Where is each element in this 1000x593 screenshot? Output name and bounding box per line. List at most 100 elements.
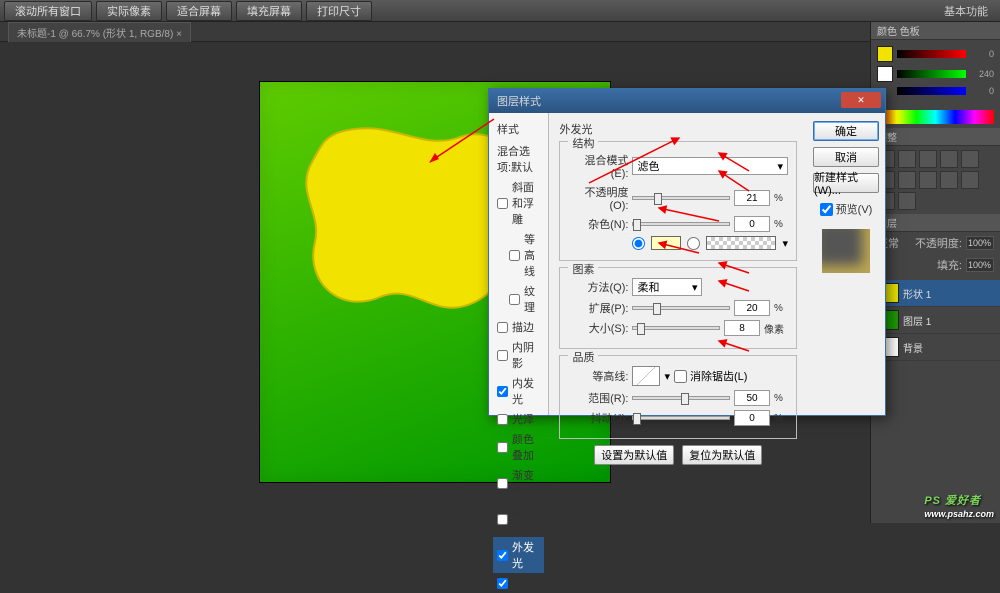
- blendmode-select[interactable]: 滤色 ▾: [632, 157, 788, 175]
- antialias-check[interactable]: 消除锯齿(L): [674, 368, 747, 384]
- g-slider[interactable]: [897, 70, 966, 78]
- noise-slider[interactable]: [632, 222, 730, 226]
- layer-row[interactable]: 图层 1: [871, 307, 1000, 334]
- dialog-titlebar[interactable]: 图层样式 ✕: [489, 89, 885, 113]
- layer-name: 形状 1: [903, 286, 931, 301]
- style-item-outerglow[interactable]: 外发光: [493, 537, 544, 573]
- close-button[interactable]: ✕: [841, 92, 881, 108]
- jitter-slider[interactable]: [632, 416, 730, 420]
- style-item-innershadow[interactable]: 内阴影: [493, 337, 544, 373]
- toolbar-btn-fill[interactable]: 填充屏幕: [236, 1, 302, 21]
- style-check[interactable]: [497, 578, 508, 589]
- style-check[interactable]: [509, 250, 520, 261]
- style-check[interactable]: [497, 198, 508, 209]
- toolbar-btn-scroll[interactable]: 滚动所有窗口: [4, 1, 92, 21]
- quality-legend: 品质: [568, 349, 598, 365]
- blend-options-item[interactable]: 混合选项:默认: [493, 141, 544, 177]
- opacity-input[interactable]: [966, 236, 994, 250]
- bg-swatch[interactable]: [877, 66, 893, 82]
- default-buttons-row: 设置为默认值 复位为默认值: [559, 445, 797, 465]
- fill-row: 填充:: [871, 254, 1000, 276]
- pct-unit: %: [774, 193, 788, 204]
- style-item-innerglow[interactable]: 内发光: [493, 373, 544, 409]
- reset-default-button[interactable]: 复位为默认值: [682, 445, 762, 465]
- make-default-button[interactable]: 设置为默认值: [594, 445, 674, 465]
- size-label: 大小(S):: [568, 320, 628, 336]
- preview-checkbox[interactable]: [820, 203, 833, 216]
- style-item-dropshadow[interactable]: 投影: [493, 573, 544, 593]
- style-check[interactable]: [497, 350, 508, 361]
- ok-button[interactable]: 确定: [813, 121, 879, 141]
- toolbar-btn-fit[interactable]: 适合屏幕: [166, 1, 232, 21]
- opacity-slider[interactable]: [632, 196, 730, 200]
- watermark-url: www.psahz.com: [924, 509, 994, 519]
- layer-row[interactable]: 形状 1: [871, 280, 1000, 307]
- quality-group: 品质 等高线: ▾ 消除锯齿(L) 范围(R): % 抖动(J): %: [559, 355, 797, 439]
- adj-icon[interactable]: [898, 192, 916, 210]
- layer-row[interactable]: 背景: [871, 334, 1000, 361]
- contour-picker[interactable]: [632, 366, 660, 386]
- adj-icon[interactable]: [919, 171, 937, 189]
- jitter-input[interactable]: [734, 410, 770, 426]
- document-tab[interactable]: 未标题-1 @ 66.7% (形状 1, RGB/8) ×: [8, 22, 191, 42]
- style-check[interactable]: [509, 294, 520, 305]
- adj-icon[interactable]: [961, 171, 979, 189]
- hue-strip[interactable]: [877, 110, 994, 124]
- glow-color-chip[interactable]: [651, 236, 681, 250]
- adj-icon[interactable]: [898, 150, 916, 168]
- adjust-panel-header[interactable]: 调整: [871, 128, 1000, 146]
- pct-unit: %: [774, 219, 788, 230]
- solid-color-radio[interactable]: [632, 237, 645, 250]
- style-label: 外发光: [512, 539, 540, 571]
- fill-input[interactable]: [966, 258, 994, 272]
- style-label: 投影: [512, 575, 534, 591]
- fg-swatch[interactable]: [877, 46, 893, 62]
- method-select[interactable]: 柔和▾: [632, 278, 702, 296]
- style-item-gradoverlay[interactable]: 渐变叠加: [493, 465, 544, 501]
- toolbar-btn-actual[interactable]: 实际像素: [96, 1, 162, 21]
- style-item-stroke[interactable]: 描边: [493, 317, 544, 337]
- spread-input[interactable]: [734, 300, 770, 316]
- range-input[interactable]: [734, 390, 770, 406]
- style-check[interactable]: [497, 322, 508, 333]
- cancel-button[interactable]: 取消: [813, 147, 879, 167]
- gradient-chip[interactable]: [706, 236, 776, 250]
- antialias-checkbox[interactable]: [674, 370, 687, 383]
- layer-list: 形状 1 图层 1 背景: [871, 276, 1000, 365]
- adj-icon[interactable]: [919, 150, 937, 168]
- style-item-texture[interactable]: 纹理: [493, 281, 544, 317]
- toolbar-btn-print[interactable]: 打印尺寸: [306, 1, 372, 21]
- style-check[interactable]: [497, 550, 508, 561]
- layers-panel-header[interactable]: 图层: [871, 214, 1000, 232]
- style-item-contour[interactable]: 等高线: [493, 229, 544, 281]
- spread-slider[interactable]: [632, 306, 730, 310]
- b-slider[interactable]: [897, 87, 966, 95]
- preview-check[interactable]: 预览(V): [820, 201, 873, 217]
- b-value: 0: [970, 86, 994, 96]
- style-item-satin[interactable]: 光泽: [493, 409, 544, 429]
- opacity-input[interactable]: [734, 190, 770, 206]
- workspace-label[interactable]: 基本功能: [936, 3, 996, 19]
- r-slider[interactable]: [897, 50, 966, 58]
- noise-input[interactable]: [734, 216, 770, 232]
- chevron-down-icon: ▾: [777, 160, 783, 173]
- style-check[interactable]: [497, 414, 508, 425]
- color-panel-header[interactable]: 颜色 色板: [871, 22, 1000, 40]
- style-check[interactable]: [497, 478, 508, 489]
- gradient-radio[interactable]: [687, 237, 700, 250]
- style-item-patoverlay[interactable]: 图案叠加: [493, 501, 544, 537]
- adj-icon[interactable]: [898, 171, 916, 189]
- blendmode-value: 滤色: [637, 158, 659, 174]
- size-slider[interactable]: [632, 326, 720, 330]
- new-style-button[interactable]: 新建样式(W)...: [813, 173, 879, 193]
- style-check[interactable]: [497, 386, 508, 397]
- style-item-coloroverlay[interactable]: 颜色叠加: [493, 429, 544, 465]
- range-slider[interactable]: [632, 396, 730, 400]
- method-value: 柔和: [637, 279, 659, 295]
- adj-icon[interactable]: [940, 171, 958, 189]
- size-input[interactable]: [724, 320, 760, 336]
- style-item-bevel[interactable]: 斜面和浮雕: [493, 177, 544, 229]
- style-check[interactable]: [497, 442, 508, 453]
- adj-icon[interactable]: [961, 150, 979, 168]
- adj-icon[interactable]: [940, 150, 958, 168]
